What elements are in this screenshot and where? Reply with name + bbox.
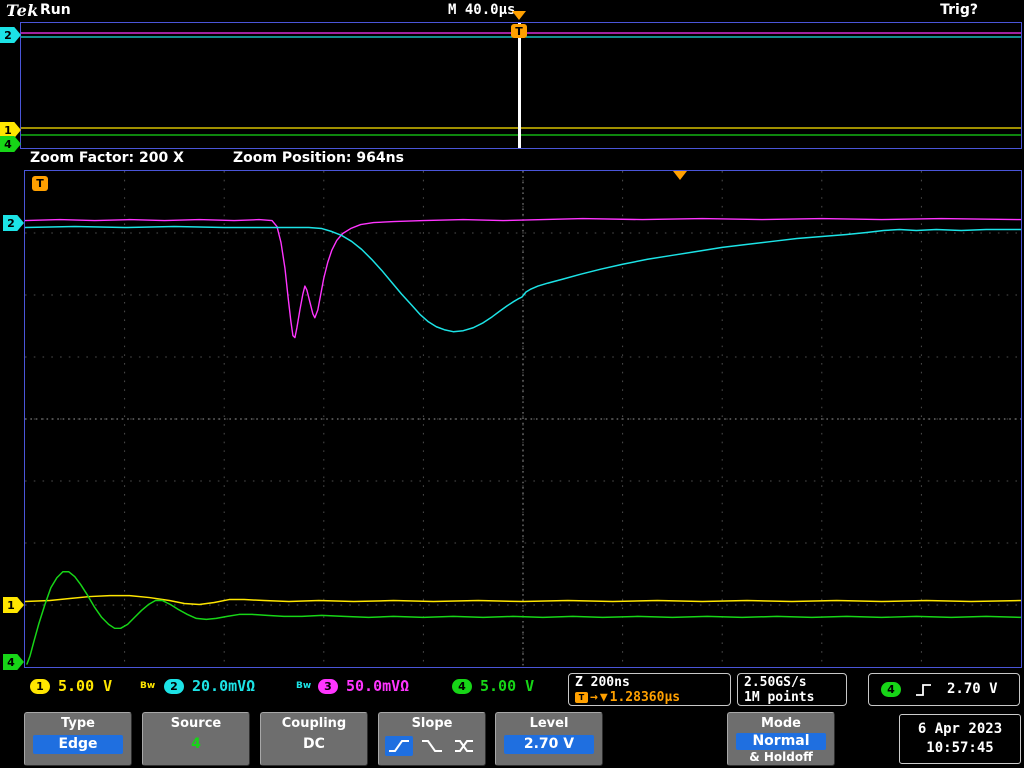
triangle-down-icon: ▼ (599, 690, 608, 705)
main-ch2-marker[interactable]: 2 (3, 215, 24, 231)
zoom-scale-readout: Z 200ns (575, 675, 630, 690)
record-length-readout: 1M points (744, 690, 815, 705)
trigger-readout-box: 4 2.70 V (868, 673, 1020, 706)
ch2-bandwidth-indicator: Bw (296, 681, 312, 691)
readout-bar: 1 5.00 V Bw 2 20.0mVΩ Bw 3 50.0mVΩ 4 5.0… (0, 672, 1024, 707)
overview-ch4-marker[interactable]: 4 (0, 136, 21, 152)
trigger-status: Trig? (940, 2, 978, 18)
menu-type-button[interactable]: Type Edge (24, 712, 132, 766)
menu-source-button[interactable]: Source 4 (142, 712, 250, 766)
trace-ch4 (26, 571, 1021, 665)
menu-mode-value2: & Holdoff (749, 750, 813, 764)
overview-ch1-marker[interactable]: 1 (0, 122, 21, 138)
trigger-point-marker-icon[interactable] (673, 171, 687, 180)
menu-level-label: Level (529, 716, 569, 731)
time-readout: 10:57:45 (926, 740, 994, 756)
arrow-right-icon: → (590, 690, 598, 705)
menu-source-value: 4 (191, 736, 201, 752)
sample-rate-readout: 2.50GS/s (744, 675, 807, 690)
acquisition-status: Run (40, 2, 71, 18)
delay-t-icon: T (575, 692, 588, 703)
ch1-badge: 1 (30, 679, 50, 694)
slope-either-option[interactable] (451, 736, 479, 756)
date-readout: 6 Apr 2023 (917, 721, 1003, 737)
zoom-factor-readout: Zoom Factor: 200 X (30, 150, 184, 166)
menu-mode-value: Normal (736, 733, 826, 750)
overview-waveform-panel (20, 22, 1022, 149)
zoom-timebase-box: Z 200ns T → ▼ 1.28360µs (568, 673, 731, 706)
ch2-scale-readout: 20.0mVΩ (192, 677, 256, 695)
trigger-position-marker-icon[interactable] (512, 11, 526, 20)
rising-edge-icon (916, 683, 931, 696)
datetime-box: 6 Apr 2023 10:57:45 (899, 714, 1021, 764)
main-timebase-readout: M 40.0µs (448, 2, 516, 18)
main-ch4-marker[interactable]: 4 (3, 654, 24, 670)
falling-slope-icon (422, 740, 442, 752)
menu-coupling-value: DC (303, 736, 325, 752)
zoom-position-t-marker[interactable]: T (511, 24, 527, 38)
menu-type-value: Edge (33, 735, 123, 754)
menu-level-value: 2.70 V (504, 735, 594, 754)
zoom-position-readout: Zoom Position: 964ns (233, 150, 404, 166)
menu-type-label: Type (61, 716, 95, 731)
slope-rising-option[interactable] (385, 736, 413, 756)
trigger-source-badge: 4 (881, 682, 901, 697)
overview-ch2-marker[interactable]: 2 (0, 27, 21, 43)
zoom-delay-readout: 1.28360µs (609, 690, 681, 705)
ch2-badge: 2 (164, 679, 184, 694)
ch1-bandwidth-indicator: Bw (140, 681, 156, 691)
zoom-t-marker[interactable]: T (32, 176, 48, 191)
slope-falling-option[interactable] (418, 736, 446, 756)
ch4-scale-readout: 5.00 V (480, 677, 535, 695)
main-waveform-panel (24, 170, 1022, 668)
ch4-badge: 4 (452, 679, 472, 694)
zoom-traces (25, 171, 1021, 667)
overview-traces (21, 32, 1021, 136)
menu-coupling-button[interactable]: Coupling DC (260, 712, 368, 766)
tek-logo: Tek (6, 1, 39, 20)
ch1-scale-readout: 5.00 V (58, 677, 113, 695)
zoom-window-indicator[interactable] (518, 23, 521, 148)
ch3-badge: 3 (318, 679, 338, 694)
ch3-scale-readout: 50.0mVΩ (346, 677, 410, 695)
menu-source-label: Source (170, 716, 222, 731)
menu-slope-label: Slope (411, 716, 453, 731)
menu-coupling-label: Coupling (281, 716, 347, 731)
acquisition-box: 2.50GS/s 1M points (737, 673, 847, 706)
rising-slope-icon (389, 740, 409, 752)
trigger-level-readout: 2.70 V (947, 681, 998, 697)
menu-level-button[interactable]: Level 2.70 V (495, 712, 603, 766)
either-slope-icon (455, 740, 473, 752)
menu-mode-label: Mode (761, 716, 801, 731)
main-ch1-marker[interactable]: 1 (3, 597, 24, 613)
menu-mode-button[interactable]: Mode Normal & Holdoff (727, 712, 835, 766)
trigger-menu-bar: Type Edge Source 4 Coupling DC Slope Lev… (0, 712, 1024, 768)
menu-slope-button[interactable]: Slope (378, 712, 486, 766)
